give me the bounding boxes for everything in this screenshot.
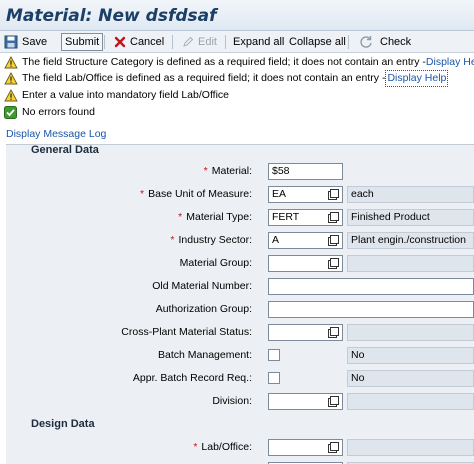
page-title: Material: New dsfdsaf bbox=[6, 6, 217, 26]
display-help-link[interactable]: Display Help bbox=[426, 55, 474, 70]
cross-plant-status-label: Cross-Plant Material Status: bbox=[121, 326, 252, 338]
message-text: The field Lab/Office is defined as a req… bbox=[22, 71, 386, 84]
batch-management-label: Batch Management: bbox=[158, 349, 252, 361]
edit-label: Edit bbox=[198, 35, 217, 48]
save-button[interactable]: Save bbox=[4, 33, 47, 51]
success-check-icon bbox=[4, 105, 17, 119]
lab-office-description bbox=[347, 439, 474, 456]
material-group-input[interactable] bbox=[268, 255, 343, 272]
section-title-general-data: General Data bbox=[31, 144, 99, 156]
expand-all-button[interactable]: Expand all bbox=[233, 33, 284, 51]
check-label: Check bbox=[380, 35, 412, 48]
collapse-all-button[interactable]: Collapse all bbox=[289, 33, 346, 51]
message-text: The field Structure Category is defined … bbox=[22, 55, 426, 68]
toolbar: Save Submit Cancel Edit Expand all Colla… bbox=[0, 31, 474, 53]
lab-office-label: * Lab/Office: bbox=[193, 441, 252, 453]
title-bar: Material: New dsfdsaf bbox=[0, 0, 474, 31]
industry-sector-description: Plant engin./construction bbox=[347, 232, 474, 249]
form-panel: General Data * Material: $58 * Base Unit o… bbox=[6, 144, 474, 464]
value-help-icon[interactable] bbox=[328, 396, 339, 407]
edit-button[interactable]: Edit bbox=[182, 33, 217, 51]
section-title-design-data: Design Data bbox=[31, 418, 95, 430]
required-marker: * bbox=[140, 188, 145, 200]
toolbar-divider bbox=[104, 35, 105, 49]
base-unit-label: * Base Unit of Measure: bbox=[140, 188, 252, 200]
message-text: No errors found bbox=[22, 105, 95, 118]
industry-sector-label: * Industry Sector: bbox=[170, 234, 252, 246]
old-material-number-input[interactable] bbox=[268, 278, 474, 295]
cross-plant-status-description bbox=[347, 324, 474, 341]
material-label: * Material: bbox=[203, 165, 252, 177]
value-help-icon[interactable] bbox=[328, 212, 339, 223]
old-material-number-label: Old Material Number: bbox=[152, 280, 252, 292]
message-warning: Enter a value into mandatory field Lab/O… bbox=[4, 87, 229, 103]
division-input[interactable] bbox=[268, 393, 343, 410]
lab-office-input[interactable] bbox=[268, 439, 343, 456]
base-unit-input[interactable]: EA bbox=[268, 186, 343, 203]
required-marker: * bbox=[203, 165, 208, 177]
batch-management-description: No bbox=[347, 347, 474, 364]
check-button[interactable]: Check bbox=[359, 33, 411, 51]
required-marker: * bbox=[193, 441, 198, 453]
value-help-icon[interactable] bbox=[328, 258, 339, 269]
value-help-icon[interactable] bbox=[328, 327, 339, 338]
save-label: Save bbox=[22, 35, 48, 48]
display-message-log-link[interactable]: Display Message Log bbox=[6, 128, 106, 140]
required-marker: * bbox=[170, 234, 175, 246]
appr-batch-record-description: No bbox=[347, 370, 474, 387]
material-type-label: * Material Type: bbox=[178, 211, 252, 223]
toolbar-divider bbox=[225, 35, 226, 49]
authorization-group-label: Authorization Group: bbox=[155, 303, 252, 315]
material-type-description: Finished Product bbox=[347, 209, 474, 226]
toolbar-divider bbox=[348, 35, 349, 49]
pencil-icon bbox=[183, 36, 194, 47]
division-description bbox=[347, 393, 474, 410]
message-success: No errors found bbox=[4, 104, 95, 120]
display-help-link[interactable]: Display Help bbox=[385, 69, 449, 87]
message-warning: The field Lab/Office is defined as a req… bbox=[4, 69, 449, 87]
refresh-check-icon bbox=[360, 36, 372, 48]
collapse-all-label: Collapse all bbox=[289, 35, 346, 48]
value-help-icon[interactable] bbox=[328, 235, 339, 246]
value-help-icon[interactable] bbox=[328, 189, 339, 200]
batch-management-checkbox[interactable] bbox=[268, 349, 280, 361]
submit-button[interactable]: Submit bbox=[61, 33, 104, 51]
appr-batch-record-checkbox[interactable] bbox=[268, 372, 280, 384]
message-text: Enter a value into mandatory field Lab/O… bbox=[22, 88, 230, 101]
value-help-icon[interactable] bbox=[328, 442, 339, 453]
cancel-icon bbox=[114, 36, 126, 48]
warning-icon bbox=[4, 55, 18, 68]
toolbar-divider bbox=[172, 35, 173, 49]
appr-batch-record-label: Appr. Batch Record Req.: bbox=[132, 372, 252, 384]
submit-label: Submit bbox=[65, 35, 100, 48]
required-marker: * bbox=[178, 211, 183, 223]
cancel-button[interactable]: Cancel bbox=[114, 33, 164, 51]
material-type-input[interactable]: FERT bbox=[268, 209, 343, 226]
warning-icon bbox=[4, 71, 18, 84]
message-warning: The field Structure Category is defined … bbox=[4, 54, 474, 70]
cancel-label: Cancel bbox=[130, 35, 165, 48]
save-icon bbox=[4, 35, 18, 49]
material-group-description bbox=[347, 255, 474, 272]
division-label: Division: bbox=[212, 395, 252, 407]
cross-plant-status-input[interactable] bbox=[268, 324, 343, 341]
authorization-group-input[interactable] bbox=[268, 301, 474, 318]
industry-sector-input[interactable]: A bbox=[268, 232, 343, 249]
base-unit-description: each bbox=[347, 186, 474, 203]
expand-all-label: Expand all bbox=[233, 35, 285, 48]
warning-icon bbox=[4, 88, 18, 101]
material-input[interactable]: $58 bbox=[268, 163, 343, 180]
material-group-label: Material Group: bbox=[179, 257, 252, 269]
